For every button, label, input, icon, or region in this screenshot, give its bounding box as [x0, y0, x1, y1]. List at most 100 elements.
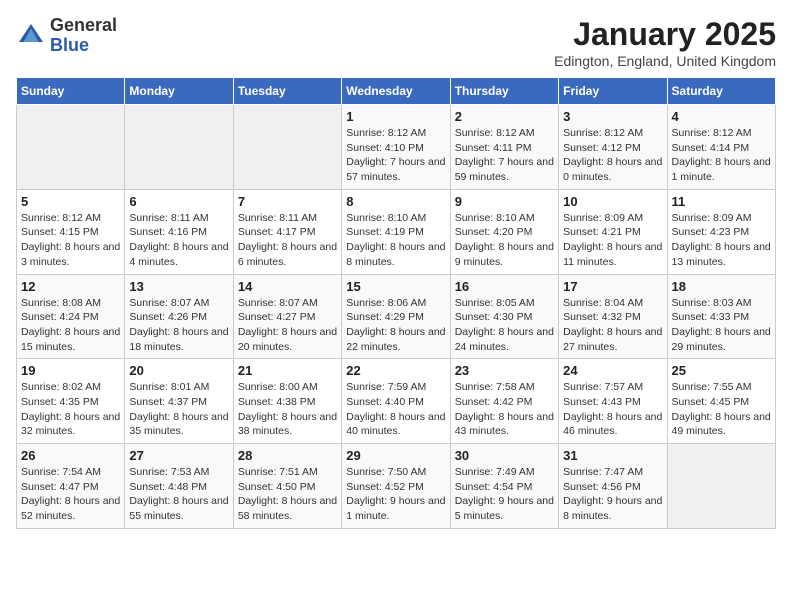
- day-number: 2: [455, 109, 554, 124]
- day-info: Sunrise: 8:10 AM Sunset: 4:20 PM Dayligh…: [455, 211, 554, 270]
- day-number: 30: [455, 448, 554, 463]
- day-number: 5: [21, 194, 120, 209]
- day-info: Sunrise: 7:55 AM Sunset: 4:45 PM Dayligh…: [672, 380, 771, 439]
- day-number: 7: [238, 194, 337, 209]
- calendar-cell: 21 Sunrise: 8:00 AM Sunset: 4:38 PM Dayli…: [233, 359, 341, 444]
- day-number: 29: [346, 448, 445, 463]
- day-number: 17: [563, 279, 662, 294]
- calendar-cell: 16 Sunrise: 8:05 AM Sunset: 4:30 PM Dayli…: [450, 274, 558, 359]
- day-number: 18: [672, 279, 771, 294]
- weekday-header: SundayMondayTuesdayWednesdayThursdayFrid…: [17, 78, 776, 105]
- day-info: Sunrise: 8:12 AM Sunset: 4:11 PM Dayligh…: [455, 126, 554, 185]
- day-info: Sunrise: 8:05 AM Sunset: 4:30 PM Dayligh…: [455, 296, 554, 355]
- calendar-cell: 28 Sunrise: 7:51 AM Sunset: 4:50 PM Dayli…: [233, 444, 341, 529]
- title-block: January 2025 Edington, England, United K…: [554, 16, 776, 69]
- day-info: Sunrise: 7:49 AM Sunset: 4:54 PM Dayligh…: [455, 465, 554, 524]
- calendar-cell: 6 Sunrise: 8:11 AM Sunset: 4:16 PM Daylig…: [125, 189, 233, 274]
- day-info: Sunrise: 8:11 AM Sunset: 4:16 PM Dayligh…: [129, 211, 228, 270]
- day-info: Sunrise: 8:07 AM Sunset: 4:27 PM Dayligh…: [238, 296, 337, 355]
- calendar-cell: 18Sunrise: 8:03 AM Sunset: 4:33 PM Dayli…: [667, 274, 775, 359]
- week-row-1: 1Sunrise: 8:12 AM Sunset: 4:10 PM Daylig…: [17, 105, 776, 190]
- weekday-tuesday: Tuesday: [233, 78, 341, 105]
- calendar-cell: 11 Sunrise: 8:09 AM Sunset: 4:23 PM Dayli…: [667, 189, 775, 274]
- calendar-cell: 1Sunrise: 8:12 AM Sunset: 4:10 PM Daylig…: [342, 105, 450, 190]
- day-number: 12: [21, 279, 120, 294]
- day-number: 14: [238, 279, 337, 294]
- day-number: 19: [21, 363, 120, 378]
- calendar-cell: 24 Sunrise: 7:57 AM Sunset: 4:43 PM Dayli…: [559, 359, 667, 444]
- calendar-cell: 17 Sunrise: 8:04 AM Sunset: 4:32 PM Dayli…: [559, 274, 667, 359]
- day-number: 31: [563, 448, 662, 463]
- calendar-cell: 31Sunrise: 7:47 AM Sunset: 4:56 PM Dayli…: [559, 444, 667, 529]
- week-row-3: 12 Sunrise: 8:08 AM Sunset: 4:24 PM Dayli…: [17, 274, 776, 359]
- logo: General Blue: [16, 16, 117, 56]
- calendar-cell: 23 Sunrise: 7:58 AM Sunset: 4:42 PM Dayli…: [450, 359, 558, 444]
- day-info: Sunrise: 7:58 AM Sunset: 4:42 PM Dayligh…: [455, 380, 554, 439]
- day-info: Sunrise: 7:50 AM Sunset: 4:52 PM Dayligh…: [346, 465, 445, 524]
- day-info: Sunrise: 8:08 AM Sunset: 4:24 PM Dayligh…: [21, 296, 120, 355]
- day-number: 16: [455, 279, 554, 294]
- logo-text: General Blue: [50, 16, 117, 56]
- calendar-cell: 13 Sunrise: 8:07 AM Sunset: 4:26 PM Dayli…: [125, 274, 233, 359]
- day-info: Sunrise: 8:11 AM Sunset: 4:17 PM Dayligh…: [238, 211, 337, 270]
- logo-icon: [16, 21, 46, 51]
- week-row-4: 19 Sunrise: 8:02 AM Sunset: 4:35 PM Dayli…: [17, 359, 776, 444]
- calendar-cell: [17, 105, 125, 190]
- day-number: 21: [238, 363, 337, 378]
- day-info: Sunrise: 8:09 AM Sunset: 4:21 PM Dayligh…: [563, 211, 662, 270]
- calendar-cell: 30 Sunrise: 7:49 AM Sunset: 4:54 PM Dayli…: [450, 444, 558, 529]
- calendar-cell: [233, 105, 341, 190]
- calendar-cell: 22Sunrise: 7:59 AM Sunset: 4:40 PM Dayli…: [342, 359, 450, 444]
- location: Edington, England, United Kingdom: [554, 53, 776, 69]
- calendar-cell: 26 Sunrise: 7:54 AM Sunset: 4:47 PM Dayli…: [17, 444, 125, 529]
- calendar-cell: 2 Sunrise: 8:12 AM Sunset: 4:11 PM Daylig…: [450, 105, 558, 190]
- calendar: SundayMondayTuesdayWednesdayThursdayFrid…: [16, 77, 776, 529]
- day-number: 9: [455, 194, 554, 209]
- weekday-sunday: Sunday: [17, 78, 125, 105]
- calendar-cell: 8 Sunrise: 8:10 AM Sunset: 4:19 PM Daylig…: [342, 189, 450, 274]
- day-number: 20: [129, 363, 228, 378]
- day-number: 13: [129, 279, 228, 294]
- day-number: 26: [21, 448, 120, 463]
- day-number: 28: [238, 448, 337, 463]
- day-number: 11: [672, 194, 771, 209]
- day-number: 23: [455, 363, 554, 378]
- calendar-cell: 29 Sunrise: 7:50 AM Sunset: 4:52 PM Dayli…: [342, 444, 450, 529]
- day-number: 24: [563, 363, 662, 378]
- day-number: 15: [346, 279, 445, 294]
- weekday-monday: Monday: [125, 78, 233, 105]
- calendar-cell: 10 Sunrise: 8:09 AM Sunset: 4:21 PM Dayli…: [559, 189, 667, 274]
- day-number: 4: [672, 109, 771, 124]
- day-number: 25: [672, 363, 771, 378]
- calendar-cell: 27Sunrise: 7:53 AM Sunset: 4:48 PM Dayli…: [125, 444, 233, 529]
- day-info: Sunrise: 8:01 AM Sunset: 4:37 PM Dayligh…: [129, 380, 228, 439]
- day-info: Sunrise: 7:54 AM Sunset: 4:47 PM Dayligh…: [21, 465, 120, 524]
- calendar-cell: 5 Sunrise: 8:12 AM Sunset: 4:15 PM Daylig…: [17, 189, 125, 274]
- day-number: 8: [346, 194, 445, 209]
- day-info: Sunrise: 8:04 AM Sunset: 4:32 PM Dayligh…: [563, 296, 662, 355]
- day-info: Sunrise: 8:06 AM Sunset: 4:29 PM Dayligh…: [346, 296, 445, 355]
- calendar-cell: [125, 105, 233, 190]
- calendar-cell: 20 Sunrise: 8:01 AM Sunset: 4:37 PM Dayli…: [125, 359, 233, 444]
- day-number: 3: [563, 109, 662, 124]
- day-info: Sunrise: 7:51 AM Sunset: 4:50 PM Dayligh…: [238, 465, 337, 524]
- day-info: Sunrise: 8:12 AM Sunset: 4:15 PM Dayligh…: [21, 211, 120, 270]
- day-number: 6: [129, 194, 228, 209]
- day-info: Sunrise: 7:57 AM Sunset: 4:43 PM Dayligh…: [563, 380, 662, 439]
- day-info: Sunrise: 8:02 AM Sunset: 4:35 PM Dayligh…: [21, 380, 120, 439]
- calendar-body: 1Sunrise: 8:12 AM Sunset: 4:10 PM Daylig…: [17, 105, 776, 529]
- day-number: 1: [346, 109, 445, 124]
- calendar-cell: 25 Sunrise: 7:55 AM Sunset: 4:45 PM Dayli…: [667, 359, 775, 444]
- month-title: January 2025: [554, 16, 776, 53]
- page-header: General Blue January 2025 Edington, Engl…: [16, 16, 776, 69]
- calendar-cell: 4Sunrise: 8:12 AM Sunset: 4:14 PM Daylig…: [667, 105, 775, 190]
- calendar-cell: 7 Sunrise: 8:11 AM Sunset: 4:17 PM Daylig…: [233, 189, 341, 274]
- day-number: 10: [563, 194, 662, 209]
- day-info: Sunrise: 8:09 AM Sunset: 4:23 PM Dayligh…: [672, 211, 771, 270]
- day-number: 27: [129, 448, 228, 463]
- calendar-cell: [667, 444, 775, 529]
- day-info: Sunrise: 8:07 AM Sunset: 4:26 PM Dayligh…: [129, 296, 228, 355]
- calendar-cell: 14 Sunrise: 8:07 AM Sunset: 4:27 PM Dayli…: [233, 274, 341, 359]
- day-info: Sunrise: 8:10 AM Sunset: 4:19 PM Dayligh…: [346, 211, 445, 270]
- day-info: Sunrise: 8:00 AM Sunset: 4:38 PM Dayligh…: [238, 380, 337, 439]
